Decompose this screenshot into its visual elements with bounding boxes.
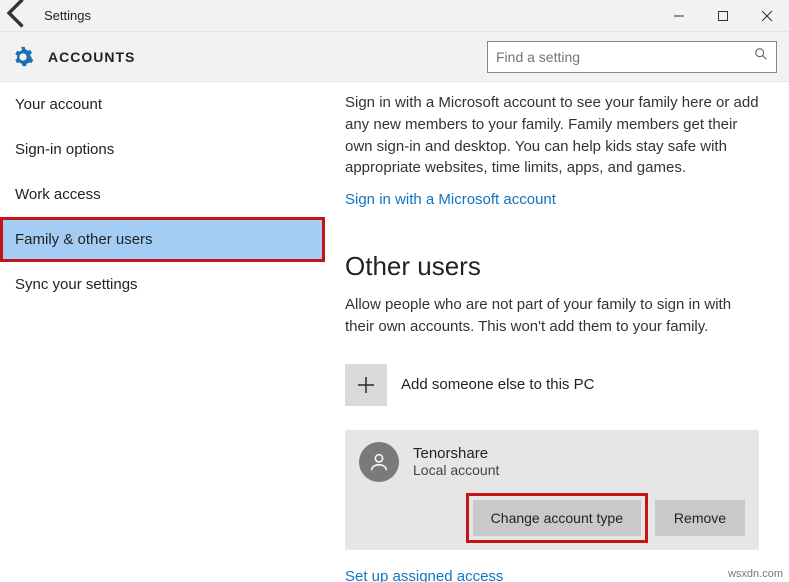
user-actions: Change account type Remove [359, 500, 745, 536]
watermark: wsxdn.com [728, 568, 783, 580]
other-users-subtext: Allow people who are not part of your fa… [345, 294, 759, 338]
sidebar-item-signin-options[interactable]: Sign-in options [0, 127, 325, 172]
main: Your account Sign-in options Work access… [0, 82, 789, 582]
avatar-icon [359, 442, 399, 482]
window-controls [657, 0, 789, 32]
user-type: Local account [413, 462, 499, 478]
sidebar-item-sync-settings[interactable]: Sync your settings [0, 262, 325, 307]
content: Sign in with a Microsoft account to see … [325, 82, 789, 582]
change-account-type-button[interactable]: Change account type [473, 500, 641, 536]
gear-icon [8, 42, 38, 72]
search-icon [754, 47, 768, 66]
plus-icon [345, 364, 387, 406]
user-block[interactable]: Tenorshare Local account Change account … [345, 430, 759, 550]
add-someone-button[interactable]: Add someone else to this PC [345, 364, 759, 406]
maximize-button[interactable] [701, 0, 745, 32]
window-title: Settings [44, 8, 657, 23]
sidebar: Your account Sign-in options Work access… [0, 82, 325, 582]
back-button[interactable] [0, 0, 36, 36]
titlebar: Settings [0, 0, 789, 32]
signin-microsoft-link[interactable]: Sign in with a Microsoft account [345, 191, 556, 208]
sidebar-item-work-access[interactable]: Work access [0, 172, 325, 217]
add-someone-label: Add someone else to this PC [401, 376, 594, 393]
close-button[interactable] [745, 0, 789, 32]
assigned-access-link[interactable]: Set up assigned access [345, 568, 503, 582]
header: ACCOUNTS [0, 32, 789, 82]
user-row: Tenorshare Local account [359, 442, 745, 482]
minimize-button[interactable] [657, 0, 701, 32]
user-name: Tenorshare [413, 445, 499, 462]
sidebar-item-your-account[interactable]: Your account [0, 82, 325, 127]
other-users-heading: Other users [345, 251, 759, 282]
remove-button[interactable]: Remove [655, 500, 745, 536]
family-intro-text: Sign in with a Microsoft account to see … [345, 92, 759, 179]
search-input[interactable] [496, 49, 754, 65]
category-title: ACCOUNTS [48, 49, 487, 65]
sidebar-item-family-other-users[interactable]: Family & other users [0, 217, 325, 262]
search-box[interactable] [487, 41, 777, 73]
